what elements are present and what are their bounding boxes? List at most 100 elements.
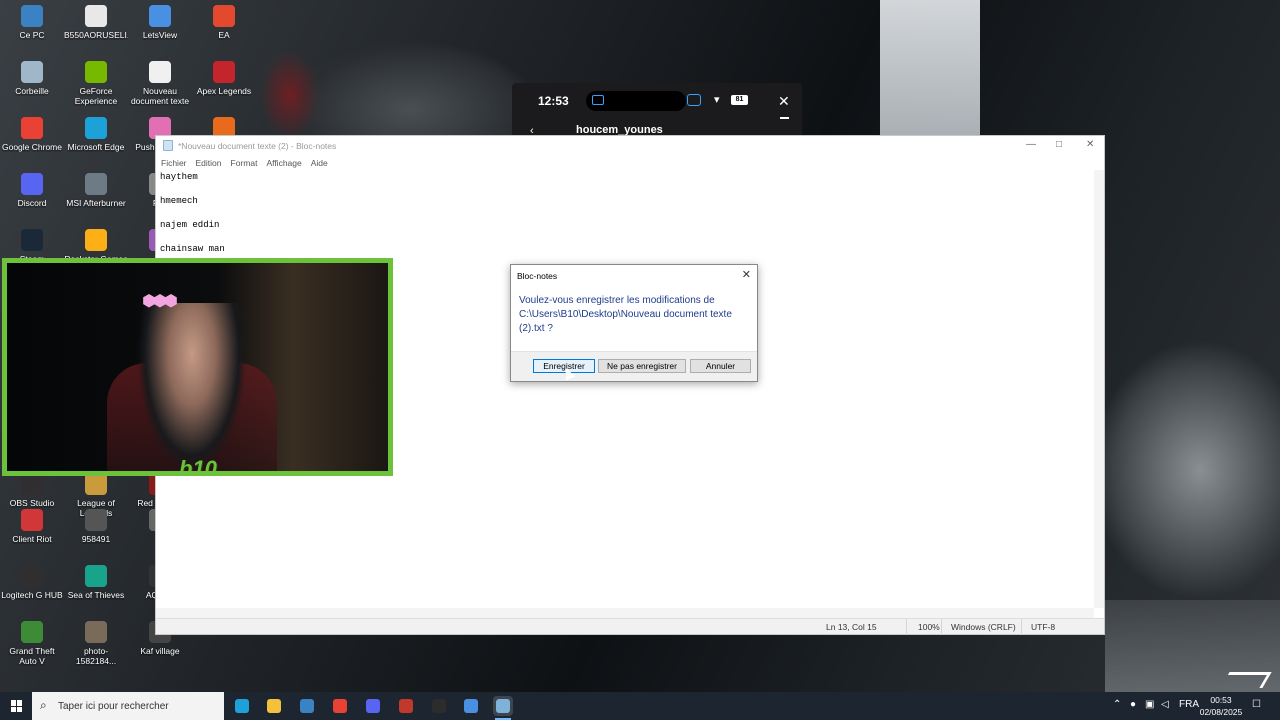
document-icon — [85, 5, 107, 27]
file-explorer-icon[interactable] — [264, 696, 284, 716]
text-line: haythem — [160, 172, 198, 182]
apex-icon — [213, 61, 235, 83]
desktop-icon[interactable]: Apex Legends — [192, 61, 256, 96]
phone-close-icon[interactable]: ✕ — [778, 93, 790, 110]
phone-time: 12:53 — [538, 94, 569, 108]
desktop-icon[interactable]: Sea of Thieves — [64, 565, 128, 600]
computer-icon — [21, 5, 43, 27]
language-indicator[interactable]: FRA — [1179, 699, 1199, 710]
minimize-icon[interactable]: — — [1026, 139, 1036, 150]
zoom-level: 100% — [918, 622, 940, 632]
lol-icon — [85, 473, 107, 495]
phone-mirror-window[interactable]: 12:53 ▾ 81 ✕ ‹ houcem_younes — [512, 83, 802, 143]
image-icon — [85, 509, 107, 531]
ea-icon — [213, 5, 235, 27]
geforce-icon — [85, 61, 107, 83]
desktop-icon[interactable]: 958491 — [64, 509, 128, 544]
text-line: chainsaw man — [160, 244, 225, 254]
menu-item[interactable]: Format — [231, 158, 258, 168]
microphone-icon[interactable]: ● — [1130, 699, 1136, 710]
text-document-icon — [149, 61, 171, 83]
desktop-icon-label: Microsoft Edge — [67, 142, 125, 152]
line-ending: Windows (CRLF) — [951, 622, 1016, 632]
chevron-up-icon[interactable]: ⌃ — [1113, 699, 1121, 710]
cancel-button[interactable]: Annuler — [690, 359, 751, 373]
desktop-icon-label: Nouveau document texte — [130, 86, 190, 106]
search-box[interactable]: ⌕ Taper ici pour rechercher — [32, 692, 224, 720]
phone-toolbar[interactable] — [586, 91, 686, 111]
desktop-icon-label: B550AORUSELI... — [64, 30, 128, 40]
close-icon[interactable]: ✕ — [1086, 139, 1094, 150]
letsview-icon — [149, 5, 171, 27]
wallpaper-window — [880, 0, 980, 140]
discord-icon — [21, 173, 43, 195]
dialog-close-icon[interactable]: ✕ — [742, 268, 751, 281]
wallpaper-car-right — [1090, 340, 1280, 600]
recorder-icon[interactable] — [396, 696, 416, 716]
wifi-icon: ▾ — [714, 94, 720, 106]
desktop-icon-label: Client Riot — [12, 534, 52, 544]
desktop-icon[interactable]: Logitech G HUB — [0, 565, 64, 600]
desktop-icon[interactable]: Google Chrome — [0, 117, 64, 152]
notepad-icon[interactable] — [493, 696, 513, 720]
notification-icon[interactable]: ☐ — [1252, 699, 1261, 710]
afterburner-icon — [85, 173, 107, 195]
text-line — [160, 207, 1090, 219]
desktop-icon[interactable]: LetsView — [128, 5, 192, 40]
desktop-icon-label: Logitech G HUB — [1, 590, 63, 600]
desktop-icon[interactable]: Ce PC — [0, 5, 64, 40]
discord-icon[interactable] — [363, 696, 383, 716]
store-icon[interactable] — [297, 696, 317, 716]
rockstar-icon — [85, 229, 107, 251]
steam-icon — [21, 229, 43, 251]
desktop-icon[interactable]: photo-1582184... — [64, 621, 128, 666]
menu-item[interactable]: Fichier — [161, 158, 187, 168]
webcam-feed: ⬢⬢⬢ b10 — [7, 263, 388, 471]
desktop-icon[interactable]: Microsoft Edge — [64, 117, 128, 152]
desktop-icon-label: Discord — [17, 198, 47, 208]
search-placeholder: Taper ici pour rechercher — [58, 701, 169, 712]
desktop-icon[interactable]: B550AORUSELI... — [64, 5, 128, 40]
desktop-icon[interactable]: Nouveau document texte — [128, 61, 192, 106]
image-icon — [85, 621, 107, 643]
notepad-titlebar[interactable]: *Nouveau document texte (2) - Bloc-notes… — [156, 136, 1104, 155]
maximize-icon[interactable]: □ — [1056, 139, 1062, 150]
menu-item[interactable]: Aide — [311, 158, 328, 168]
desktop-icon-label: GeForce Experience — [74, 86, 118, 106]
volume-icon[interactable]: ◁ — [1161, 699, 1169, 710]
desktop-icon[interactable]: Discord — [0, 173, 64, 208]
desktop-icon[interactable]: Corbeille — [0, 61, 64, 96]
gta-icon — [21, 621, 43, 643]
desktop-icon[interactable]: MSI Afterburner — [64, 173, 128, 208]
text-line — [160, 183, 1090, 195]
dialog-button-bar: Enregistrer Ne pas enregistrer Annuler — [511, 351, 757, 381]
speedometer-icon[interactable] — [429, 696, 449, 716]
save-changes-dialog[interactable]: Bloc-notes ✕ Voulez-vous enregistrer les… — [510, 264, 758, 382]
desktop-icon-label: Kaf village — [140, 646, 180, 656]
search-icon: ⌕ — [40, 698, 47, 712]
wallpaper-light — [260, 50, 320, 140]
stream-logo: b10 — [179, 456, 217, 471]
clock-time: 00:53 — [1210, 695, 1232, 705]
screen-icon[interactable] — [592, 95, 604, 105]
desktop-icon[interactable]: OBS Studio — [0, 473, 64, 508]
dont-save-button[interactable]: Ne pas enregistrer — [598, 359, 686, 373]
cast-icon[interactable] — [687, 94, 701, 106]
system-clock[interactable]: 00:53 02/08/2025 — [1198, 694, 1244, 718]
horizontal-scrollbar[interactable] — [156, 608, 1094, 618]
desktop-icon-label: MSI Afterburner — [66, 198, 126, 208]
phone-minimize-icon[interactable] — [780, 117, 789, 119]
webcam-overlay: ⬢⬢⬢ b10 — [2, 258, 393, 476]
desktop-icon[interactable]: EA — [192, 5, 256, 40]
vertical-scrollbar[interactable] — [1094, 170, 1104, 608]
edge-icon[interactable] — [232, 696, 252, 716]
menu-item[interactable]: Edition — [196, 158, 222, 168]
desktop-icon[interactable]: GeForce Experience — [64, 61, 128, 106]
network-icon[interactable]: ▣ — [1145, 699, 1154, 710]
desktop-icon[interactable]: Grand Theft Auto V — [0, 621, 64, 666]
chrome-icon[interactable] — [330, 696, 350, 716]
menu-item[interactable]: Affichage — [266, 158, 301, 168]
windows-start-icon[interactable] — [11, 700, 23, 712]
letsview-icon[interactable] — [461, 696, 481, 716]
desktop-icon[interactable]: Client Riot — [0, 509, 64, 544]
